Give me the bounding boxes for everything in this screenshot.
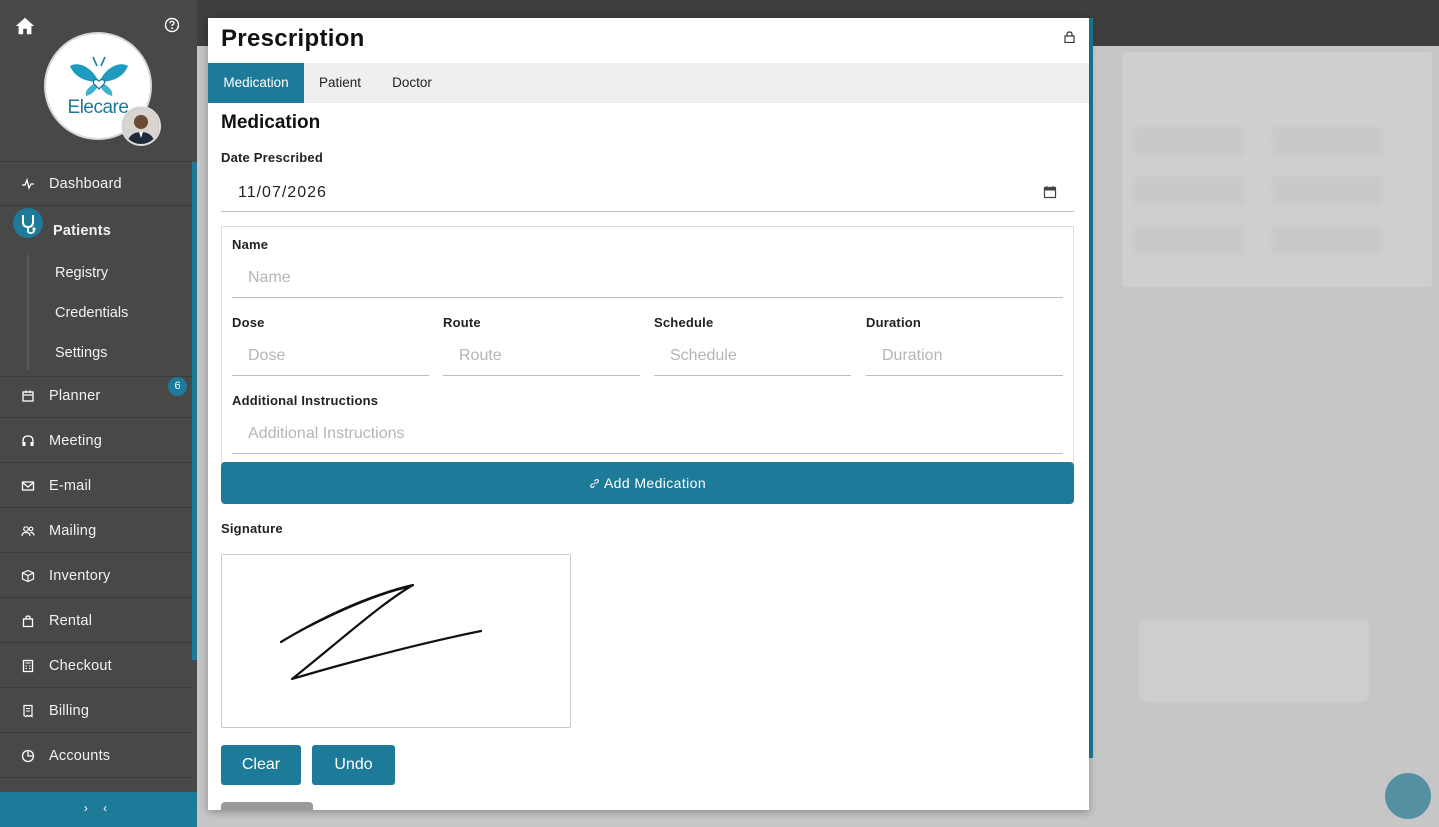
users-icon [21, 525, 35, 536]
sidebar-subitem-registry[interactable]: Registry [55, 265, 108, 281]
sidebar-item-label: Rental [49, 612, 93, 629]
background-stat [1134, 176, 1244, 204]
background-chat-button [1385, 773, 1431, 819]
sidebar-item-label: Billing [49, 702, 90, 719]
home-icon[interactable] [14, 15, 36, 37]
schedule-label: Schedule [654, 315, 714, 330]
date-value: 11/07/2026 [238, 184, 327, 201]
sidebar-header: Elecare [0, 0, 192, 162]
modal-title: Prescription [221, 25, 365, 52]
add-medication-label: Add Medication [603, 475, 707, 491]
avatar[interactable] [121, 106, 161, 146]
background-chat-bubble [1139, 620, 1369, 702]
mail-icon [21, 480, 35, 491]
duration-input[interactable]: Duration [866, 339, 1063, 376]
pulse-icon [22, 177, 34, 190]
duration-placeholder: Duration [882, 347, 943, 364]
sidebar-item-label: Inventory [49, 567, 111, 584]
sidebar-item-label: Mailing [49, 522, 97, 539]
sidebar-item-label: Accounts [49, 747, 111, 764]
butterfly-logo-icon [70, 56, 128, 96]
planner-count-badge: 6 [168, 377, 187, 396]
background-chat-input [1127, 775, 1377, 815]
schedule-input[interactable]: Schedule [654, 339, 851, 376]
section-title: Medication [221, 112, 321, 133]
stethoscope-icon [13, 208, 43, 238]
schedule-placeholder: Schedule [670, 347, 737, 364]
undo-button[interactable]: Undo [312, 745, 395, 785]
prescription-modal: Prescription Medication Patient Doctor M… [208, 18, 1089, 810]
background-stat [1272, 226, 1382, 254]
sidebar-item-billing[interactable]: Billing [0, 689, 192, 733]
sidebar-item-label: Patients [53, 223, 112, 239]
sidebar-item-inventory[interactable]: Inventory [0, 554, 192, 598]
medication-form: Name Name Dose Dose Route Route Schedule… [221, 226, 1074, 463]
signature-stroke [279, 583, 483, 681]
modal-scrollbar[interactable] [1089, 18, 1093, 758]
background-stat [1134, 226, 1244, 254]
sidebar-item-label: Dashboard [49, 175, 122, 192]
lock-icon[interactable] [1064, 31, 1075, 43]
tab-medication[interactable]: Medication [208, 63, 304, 103]
receipt-icon [23, 704, 33, 718]
sidebar-item-label: Planner [49, 387, 101, 404]
sidebar-subitem-settings[interactable]: Settings [55, 345, 107, 361]
duration-label: Duration [866, 315, 922, 330]
sidebar-item-label: Checkout [49, 657, 112, 674]
sidebar-item-dashboard[interactable]: Dashboard [0, 162, 192, 206]
next-button-partial[interactable] [221, 802, 313, 810]
background-stat [1134, 127, 1244, 155]
sidebar-item-rental[interactable]: Rental [0, 599, 192, 643]
calendar-icon[interactable] [1043, 185, 1057, 199]
sidebar-item-meeting[interactable]: Meeting [0, 419, 192, 463]
signature-pad[interactable] [221, 554, 571, 728]
additional-instructions-label: Additional Instructions [232, 393, 379, 408]
calendar-icon [22, 390, 34, 402]
headphones-icon [22, 434, 34, 446]
dose-placeholder: Dose [248, 347, 286, 364]
additional-instructions-placeholder: Additional Instructions [248, 425, 405, 442]
route-label: Route [443, 315, 481, 330]
date-prescribed-label: Date Prescribed [221, 150, 323, 165]
sidebar-item-email[interactable]: E-mail [0, 464, 192, 508]
tab-patient[interactable]: Patient [304, 63, 376, 103]
sidebar-collapse-toggle[interactable]: › ‹ [0, 792, 197, 827]
box-icon [21, 569, 35, 582]
sidebar-item-planner[interactable]: Planner [0, 374, 192, 418]
route-input[interactable]: Route [443, 339, 640, 376]
submenu-line [27, 255, 29, 370]
clear-button[interactable]: Clear [221, 745, 301, 785]
add-medication-button[interactable]: Add Medication [221, 462, 1074, 504]
help-icon[interactable] [164, 17, 180, 33]
sidebar-item-accounts[interactable]: Accounts [0, 734, 192, 778]
signature-label: Signature [221, 521, 283, 536]
sidebar-item-label: E-mail [49, 477, 92, 494]
sidebar-subitem-credentials[interactable]: Credentials [55, 305, 128, 321]
route-placeholder: Route [459, 347, 502, 364]
additional-instructions-input[interactable]: Additional Instructions [232, 417, 1063, 454]
sidebar-item-label: Meeting [49, 432, 102, 449]
bag-icon [22, 614, 34, 627]
modal-tabs: Medication Patient Doctor [208, 63, 1089, 103]
sidebar: Elecare Dashboard Patients Registry Cred… [0, 0, 197, 827]
background-patient-card [1122, 52, 1432, 287]
sidebar-item-checkout[interactable]: Checkout [0, 644, 192, 688]
dose-label: Dose [232, 315, 265, 330]
background-stat [1272, 127, 1382, 155]
background-stat [1272, 176, 1382, 204]
sidebar-scrollbar[interactable] [192, 162, 197, 660]
register-icon [22, 659, 34, 672]
name-label: Name [232, 237, 269, 252]
pie-icon [21, 749, 35, 762]
dose-input[interactable]: Dose [232, 339, 429, 376]
name-input[interactable]: Name [232, 261, 1063, 298]
tab-doctor[interactable]: Doctor [376, 63, 448, 103]
link-icon [589, 478, 599, 489]
name-placeholder: Name [248, 269, 291, 286]
date-prescribed-input[interactable]: 11/07/2026 [221, 175, 1074, 212]
sidebar-item-mailing[interactable]: Mailing [0, 509, 192, 553]
background-chat [1127, 590, 1427, 720]
